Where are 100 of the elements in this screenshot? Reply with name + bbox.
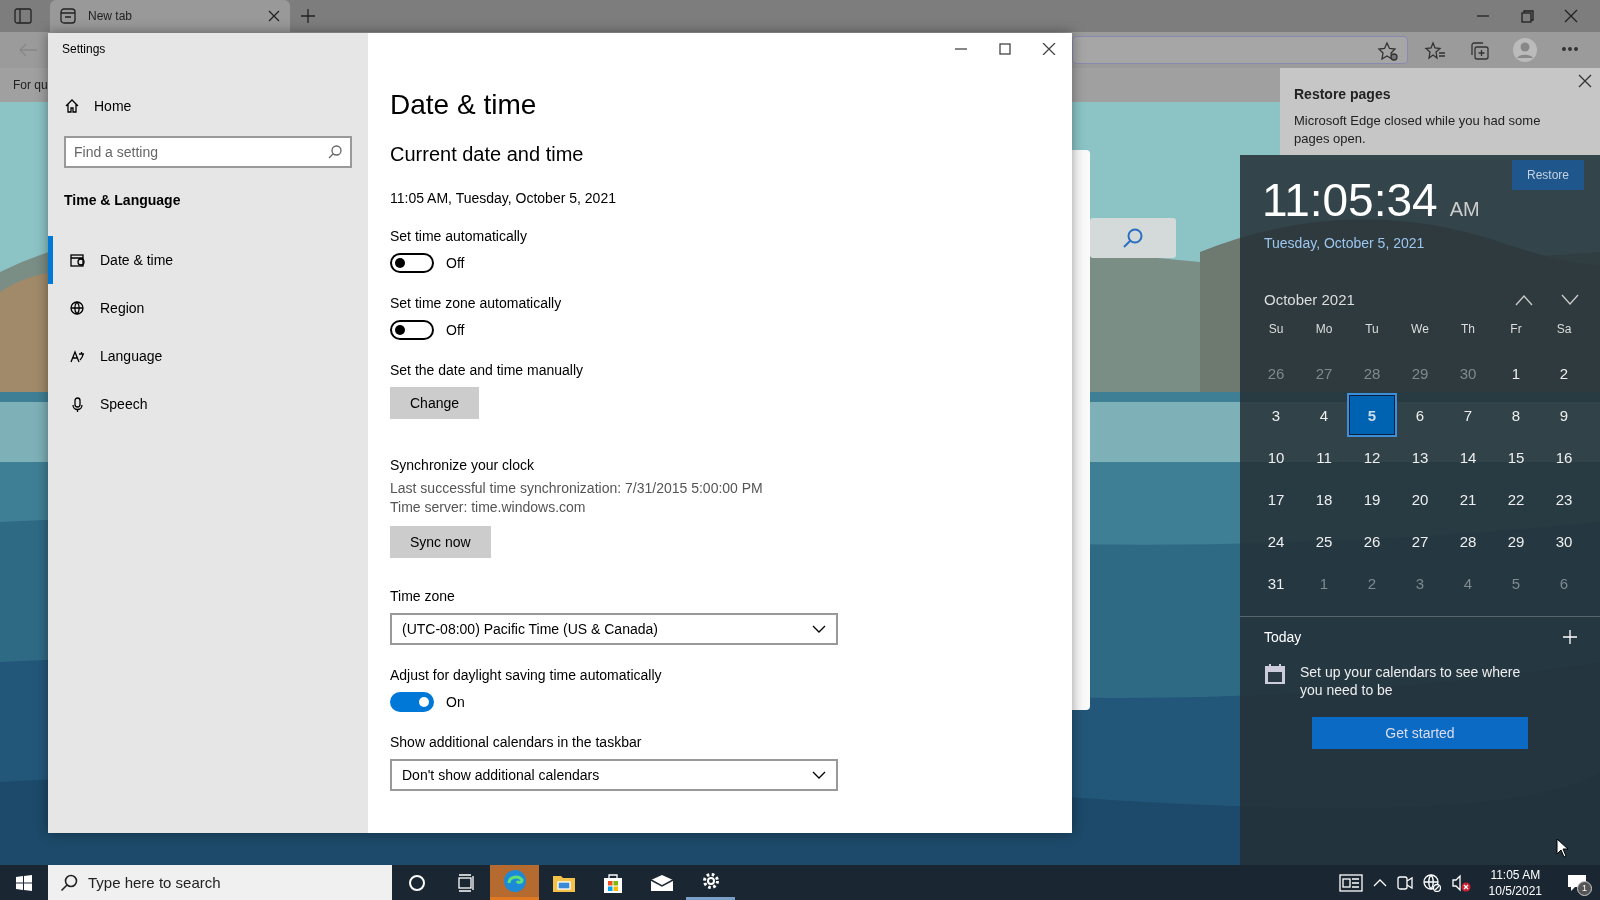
store-bag-icon[interactable] <box>601 871 624 894</box>
calendar-day[interactable]: 1 <box>1300 562 1348 604</box>
muted-speaker-icon[interactable] <box>1450 873 1471 892</box>
calendar-day[interactable]: 2 <box>1540 352 1588 394</box>
favorites-text: For qu <box>13 78 48 92</box>
weekday-label: Th <box>1460 322 1476 338</box>
change-button[interactable]: Change <box>390 387 480 419</box>
camera-icon[interactable] <box>1396 873 1413 892</box>
setting-label: Synchronize your clock <box>390 457 534 473</box>
page-icon <box>60 8 76 24</box>
setting-label: Set time automatically <box>390 228 527 244</box>
calendar-day[interactable]: 6 <box>1540 562 1588 604</box>
clock-period: AM <box>1449 198 1480 221</box>
dropdown[interactable]: Don't show additional calendars <box>390 759 838 791</box>
calendar-day[interactable]: 15 <box>1492 436 1540 478</box>
calendar-day[interactable]: 24 <box>1252 520 1300 562</box>
collections-icon[interactable] <box>1469 41 1491 61</box>
window-title: Settings <box>62 42 107 56</box>
calendar-day[interactable]: 30 <box>1540 520 1588 562</box>
close-icon[interactable] <box>1578 74 1592 88</box>
popup-title: Restore pages <box>1294 86 1392 102</box>
calendar-clock-icon <box>69 251 86 269</box>
calendar-day[interactable]: 13 <box>1396 436 1444 478</box>
calendar-day[interactable]: 23 <box>1540 478 1588 520</box>
toggle-switch[interactable] <box>390 320 434 340</box>
nav-item[interactable]: Language <box>48 332 368 380</box>
calendar-day[interactable]: 17 <box>1252 478 1300 520</box>
browser-app-icon[interactable] <box>502 869 527 893</box>
sync-button[interactable]: Sync now <box>390 526 491 558</box>
search-icon <box>328 145 342 159</box>
chevron-down-icon[interactable] <box>1560 293 1580 306</box>
calendar-day[interactable]: 18 <box>1300 478 1348 520</box>
calendar-day[interactable]: 14 <box>1444 436 1492 478</box>
circle-icon[interactable] <box>407 873 426 892</box>
calendar-day[interactable]: 3 <box>1252 394 1300 436</box>
close-icon[interactable] <box>268 10 280 22</box>
browser-tab[interactable]: New tab <box>50 0 290 32</box>
month-title[interactable]: October 2021 <box>1264 291 1514 308</box>
calendar-day[interactable]: 16 <box>1540 436 1588 478</box>
calendar-day[interactable]: 25 <box>1300 520 1348 562</box>
calendar-day[interactable]: 3 <box>1396 562 1444 604</box>
weekday-label: Mo <box>1314 322 1334 338</box>
home-link[interactable]: Home <box>64 98 368 114</box>
windows-logo-icon[interactable] <box>15 873 33 892</box>
task-view-icon[interactable] <box>456 873 475 892</box>
search-button[interactable] <box>1090 218 1176 258</box>
chevron-down-icon <box>812 771 826 779</box>
globe-icon[interactable] <box>1422 873 1441 892</box>
toggle-switch[interactable] <box>390 692 434 712</box>
nav-item[interactable]: Region <box>48 284 368 332</box>
news-icon[interactable] <box>1338 873 1363 892</box>
search-field[interactable]: Find a setting <box>64 136 352 168</box>
calendar-day[interactable]: 8 <box>1492 394 1540 436</box>
mail-icon[interactable] <box>649 873 674 892</box>
add-favorite-icon[interactable] <box>1377 41 1399 61</box>
calendar-day[interactable]: 29 <box>1492 520 1540 562</box>
calendar-day[interactable]: 28 <box>1444 520 1492 562</box>
nav-item[interactable]: Speech <box>48 380 368 428</box>
calendar-day[interactable]: 26 <box>1348 520 1396 562</box>
calendar-day[interactable]: 20 <box>1396 478 1444 520</box>
setting-label: Show additional calendars in the taskbar <box>390 734 642 750</box>
calendar-day[interactable]: 1 <box>1492 352 1540 394</box>
calendar-day[interactable]: 6 <box>1396 394 1444 436</box>
calendar-day[interactable]: 27 <box>1396 520 1444 562</box>
calendar-day[interactable]: 9 <box>1540 394 1588 436</box>
calendar-day[interactable]: 19 <box>1348 478 1396 520</box>
notification-button[interactable]: 1 <box>1560 867 1594 898</box>
home-icon <box>64 98 80 114</box>
calendar-icon <box>1264 663 1286 685</box>
calendar-day[interactable]: 22 <box>1492 478 1540 520</box>
calendar-day[interactable]: 12 <box>1348 436 1396 478</box>
more-icon[interactable] <box>1562 47 1578 51</box>
calendar-day[interactable]: 5 <box>1348 394 1396 436</box>
taskbar-clock[interactable]: 11:05 AM 10/5/2021 <box>1488 866 1542 899</box>
date-link[interactable]: Tuesday, October 5, 2021 <box>1264 235 1600 251</box>
restore-icon[interactable] <box>1518 9 1536 23</box>
close-icon[interactable] <box>1042 43 1056 55</box>
calendar-day[interactable]: 21 <box>1444 478 1492 520</box>
favorites-icon[interactable] <box>1424 41 1446 61</box>
maximize-icon[interactable] <box>998 43 1012 55</box>
get-started-button[interactable]: Get started <box>1312 717 1528 749</box>
close-icon[interactable] <box>1562 9 1580 23</box>
restore-button[interactable]: Restore <box>1512 160 1584 190</box>
tab-actions-icon[interactable] <box>14 8 32 24</box>
gear-icon[interactable] <box>700 871 721 891</box>
calendar-day[interactable]: 10 <box>1252 436 1300 478</box>
taskbar-search-field[interactable]: Type here to search <box>48 865 392 900</box>
weekday-label: Fr <box>1509 322 1523 338</box>
dropdown[interactable]: (UTC-08:00) Pacific Time (US & Canada) <box>390 613 838 645</box>
calendar-day[interactable]: 31 <box>1252 562 1300 604</box>
setting-label: Set time zone automatically <box>390 295 562 311</box>
calendar-day[interactable]: 11 <box>1300 436 1348 478</box>
agenda-heading: Today <box>1264 629 1302 645</box>
chevron-down-icon <box>812 625 826 633</box>
section-heading: Current date and time <box>390 143 585 166</box>
calendar-day[interactable]: 7 <box>1444 394 1492 436</box>
toggle-switch[interactable] <box>390 253 434 273</box>
calendar-day[interactable]: 4 <box>1300 394 1348 436</box>
weekday-label: Su <box>1267 322 1285 338</box>
chevron-up-icon[interactable] <box>1514 293 1534 306</box>
